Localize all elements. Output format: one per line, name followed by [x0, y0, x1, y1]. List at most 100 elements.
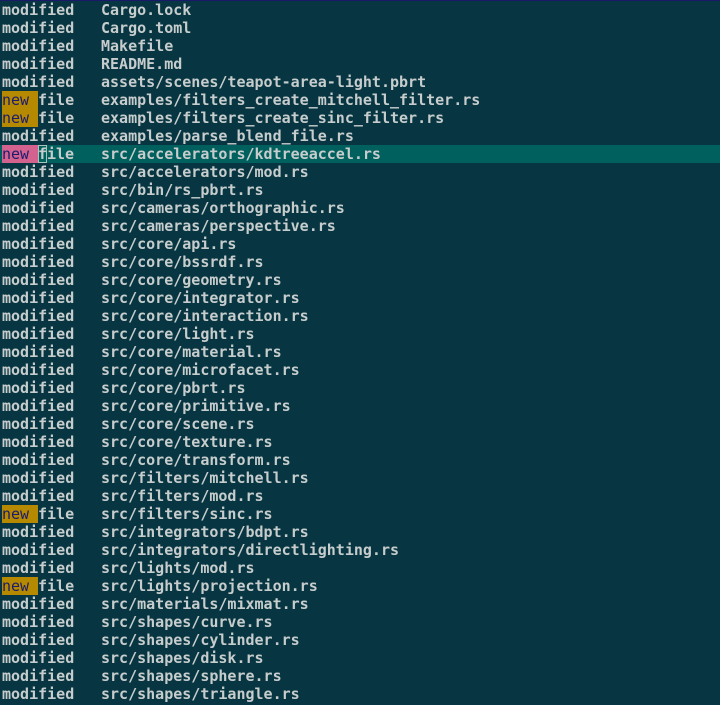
- file-row[interactable]: new file src/accelerators/kdtreeaccel.rs: [0, 145, 720, 163]
- file-row[interactable]: modified src/shapes/disk.rs: [2, 649, 720, 667]
- file-status: modified: [2, 469, 75, 487]
- file-status: modified: [2, 451, 75, 469]
- file-status: modified: [2, 343, 75, 361]
- file-path[interactable]: src/core/transform.rs: [101, 451, 291, 469]
- file-status: modified: [2, 361, 75, 379]
- file-path[interactable]: README.md: [101, 55, 182, 73]
- file-path[interactable]: src/integrators/directlighting.rs: [101, 541, 399, 559]
- file-row[interactable]: modified src/core/texture.rs: [2, 433, 720, 451]
- new-badge: new: [2, 109, 39, 127]
- file-row[interactable]: modified src/filters/mitchell.rs: [2, 469, 720, 487]
- file-row[interactable]: modified src/core/api.rs: [2, 235, 720, 253]
- file-status: modified: [2, 379, 75, 397]
- file-path[interactable]: src/core/geometry.rs: [101, 271, 282, 289]
- file-status: modified: [2, 217, 75, 235]
- file-row[interactable]: modified assets/scenes/teapot-area-light.…: [2, 73, 720, 91]
- file-row[interactable]: modified Makefile: [2, 37, 720, 55]
- git-status-file-list[interactable]: modified Cargo.lock modified Cargo.toml modi…: [0, 1, 720, 703]
- file-row[interactable]: new file src/lights/projection.rs: [2, 577, 720, 595]
- file-path[interactable]: src/core/microfacet.rs: [101, 361, 300, 379]
- file-status: modified: [2, 199, 75, 217]
- file-row[interactable]: modified Cargo.toml: [2, 19, 720, 37]
- file-path[interactable]: assets/scenes/teapot-area-light.pbrt: [101, 73, 426, 91]
- file-row[interactable]: modified src/core/microfacet.rs: [2, 361, 720, 379]
- file-status: modified: [2, 127, 75, 145]
- file-path[interactable]: src/core/api.rs: [101, 235, 236, 253]
- file-status: modified: [2, 163, 75, 181]
- file-row[interactable]: modified src/lights/mod.rs: [2, 559, 720, 577]
- file-status: modified: [2, 649, 75, 667]
- file-path[interactable]: src/core/integrator.rs: [101, 289, 300, 307]
- file-row[interactable]: new file examples/filters_create_sinc_fil…: [2, 109, 720, 127]
- file-row[interactable]: modified Cargo.lock: [2, 1, 720, 19]
- file-status: modified: [2, 631, 75, 649]
- file-path[interactable]: src/lights/projection.rs: [101, 577, 318, 595]
- file-row[interactable]: modified src/cameras/orthographic.rs: [2, 199, 720, 217]
- file-path[interactable]: src/materials/mixmat.rs: [101, 595, 309, 613]
- file-path[interactable]: src/shapes/curve.rs: [101, 613, 273, 631]
- file-row[interactable]: modified src/materials/mixmat.rs: [2, 595, 720, 613]
- file-path[interactable]: src/shapes/cylinder.rs: [101, 631, 300, 649]
- file-path[interactable]: src/shapes/triangle.rs: [101, 685, 300, 703]
- file-row[interactable]: modified src/bin/rs_pbrt.rs: [2, 181, 720, 199]
- file-path[interactable]: src/shapes/disk.rs: [101, 649, 264, 667]
- file-path[interactable]: src/core/material.rs: [101, 343, 282, 361]
- file-path[interactable]: examples/filters_create_sinc_filter.rs: [101, 109, 444, 127]
- file-path[interactable]: examples/filters_create_mitchell_filter.…: [101, 91, 480, 109]
- file-path[interactable]: Cargo.lock: [101, 1, 191, 19]
- file-path[interactable]: src/shapes/sphere.rs: [101, 667, 282, 685]
- file-path[interactable]: src/core/primitive.rs: [101, 397, 291, 415]
- file-path[interactable]: src/filters/sinc.rs: [101, 505, 273, 523]
- file-path[interactable]: src/core/bssrdf.rs: [101, 253, 264, 271]
- file-row[interactable]: modified src/cameras/perspective.rs: [2, 217, 720, 235]
- file-status: new file: [2, 505, 75, 523]
- file-path[interactable]: src/core/light.rs: [101, 325, 255, 343]
- file-row[interactable]: modified src/shapes/curve.rs: [2, 613, 720, 631]
- file-status: modified: [2, 235, 75, 253]
- file-path[interactable]: src/core/pbrt.rs: [101, 379, 246, 397]
- file-row[interactable]: modified src/core/transform.rs: [2, 451, 720, 469]
- file-status: new file: [2, 91, 75, 109]
- file-path[interactable]: src/lights/mod.rs: [101, 559, 255, 577]
- file-path[interactable]: src/bin/rs_pbrt.rs: [101, 181, 264, 199]
- file-status: modified: [2, 595, 75, 613]
- file-row[interactable]: modified examples/parse_blend_file.rs: [2, 127, 720, 145]
- file-path[interactable]: Cargo.toml: [101, 19, 191, 37]
- file-row[interactable]: modified src/integrators/directlighting.r…: [2, 541, 720, 559]
- file-row[interactable]: modified src/shapes/triangle.rs: [2, 685, 720, 703]
- file-row[interactable]: modified src/core/material.rs: [2, 343, 720, 361]
- file-row[interactable]: new file src/filters/sinc.rs: [2, 505, 720, 523]
- file-status: new file: [2, 145, 75, 163]
- file-path[interactable]: examples/parse_blend_file.rs: [101, 127, 354, 145]
- file-row[interactable]: modified src/accelerators/mod.rs: [2, 163, 720, 181]
- file-path[interactable]: src/accelerators/kdtreeaccel.rs: [101, 145, 381, 163]
- file-row[interactable]: modified src/core/integrator.rs: [2, 289, 720, 307]
- file-path[interactable]: src/cameras/perspective.rs: [101, 217, 336, 235]
- file-path[interactable]: src/core/interaction.rs: [101, 307, 309, 325]
- file-row[interactable]: new file examples/filters_create_mitchell…: [2, 91, 720, 109]
- file-row[interactable]: modified src/shapes/sphere.rs: [2, 667, 720, 685]
- file-path[interactable]: src/cameras/orthographic.rs: [101, 199, 345, 217]
- file-row[interactable]: modified src/core/scene.rs: [2, 415, 720, 433]
- file-row[interactable]: modified src/core/pbrt.rs: [2, 379, 720, 397]
- file-row[interactable]: modified src/filters/mod.rs: [2, 487, 720, 505]
- file-row[interactable]: modified src/core/geometry.rs: [2, 271, 720, 289]
- file-row[interactable]: modified src/core/bssrdf.rs: [2, 253, 720, 271]
- file-row[interactable]: modified src/core/light.rs: [2, 325, 720, 343]
- file-path[interactable]: src/core/texture.rs: [101, 433, 273, 451]
- file-path[interactable]: src/integrators/bdpt.rs: [101, 523, 309, 541]
- file-status: modified: [2, 37, 75, 55]
- file-row[interactable]: modified src/core/primitive.rs: [2, 397, 720, 415]
- file-status: new file: [2, 109, 75, 127]
- file-status: modified: [2, 487, 75, 505]
- file-path[interactable]: Makefile: [101, 37, 173, 55]
- file-row[interactable]: modified src/integrators/bdpt.rs: [2, 523, 720, 541]
- file-row[interactable]: modified README.md: [2, 55, 720, 73]
- file-path[interactable]: src/filters/mitchell.rs: [101, 469, 309, 487]
- file-status: new file: [2, 577, 75, 595]
- file-row[interactable]: modified src/shapes/cylinder.rs: [2, 631, 720, 649]
- file-row[interactable]: modified src/core/interaction.rs: [2, 307, 720, 325]
- file-path[interactable]: src/core/scene.rs: [101, 415, 255, 433]
- file-path[interactable]: src/filters/mod.rs: [101, 487, 264, 505]
- file-path[interactable]: src/accelerators/mod.rs: [101, 163, 309, 181]
